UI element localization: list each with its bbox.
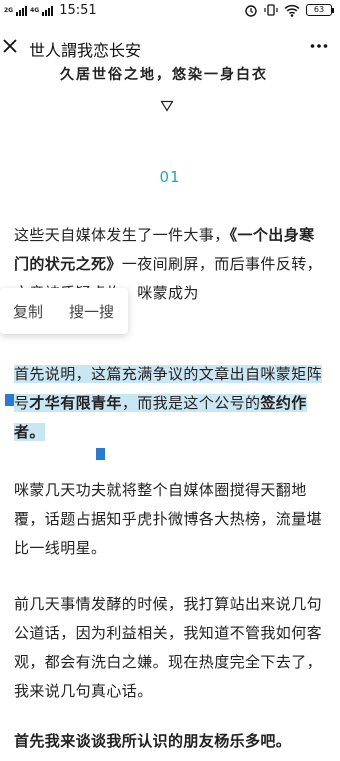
triangle-down-icon [160,100,174,112]
battery-indicator: 63 [306,4,334,16]
selection-end-handle[interactable] [96,448,105,460]
wifi-icon [284,4,300,17]
paragraph-5: 首先我来谈谈我所认识的朋友杨乐多吧。 [14,732,292,750]
network-indicator-2: 4G [30,6,40,14]
section-number: 01 [159,168,181,186]
close-icon[interactable] [2,37,18,55]
signal-icon-2 [42,5,54,16]
paragraph-4: 前几天事情发酵的时候，我打算站出来说几句公道话，因为利益相关，我知道不管我如何客… [14,595,323,700]
article-header-partial: 久居世俗之地，悠染一身白衣 [60,67,268,83]
copy-button[interactable]: 复制 [0,301,56,322]
clock: 15:51 [59,3,97,18]
text-selection-menu: 复制 搜一搜 [0,288,128,334]
search-button[interactable]: 搜一搜 [56,301,127,322]
network-indicator-1: 2G [4,6,14,14]
signal-icon-1 [16,5,28,16]
status-bar: 2G 4G 15:51 63 [0,0,340,22]
page-title: 世人謂我恋长安 [29,41,142,60]
paragraph-3: 咪蒙几天功夫就将整个自媒体圈搅得天翻地覆，话题占据知乎虎扑微博各大热榜，流量堪比… [14,481,323,557]
alarm-icon [245,5,257,17]
vibrate-icon [264,4,278,16]
paragraph-2-selected[interactable]: 首先说明，这篇充满争议的文章出自咪蒙矩阵号才华有限青年，而我是这个公号的签约作者… [14,360,326,447]
selection-start-handle[interactable] [5,394,14,406]
more-icon[interactable] [310,39,328,53]
